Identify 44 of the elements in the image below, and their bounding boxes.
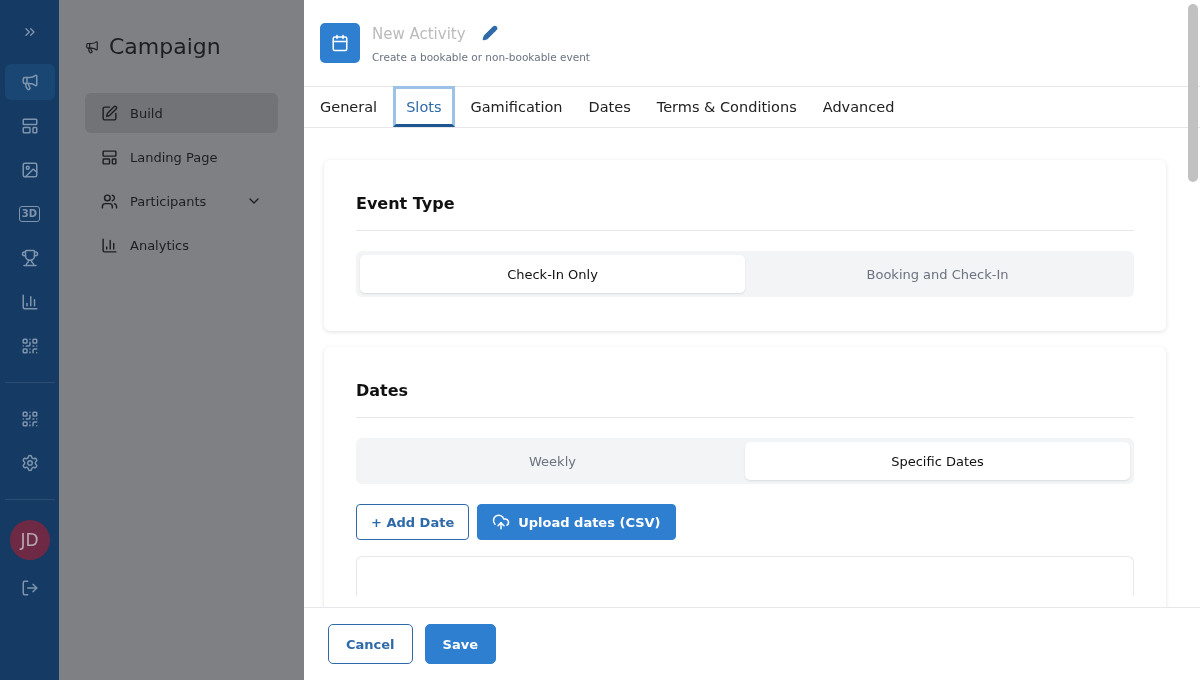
nav-item[interactable]: Landing Page xyxy=(85,137,278,177)
section-title: Event Type xyxy=(356,194,1134,231)
sidebar-title: Campaign xyxy=(109,34,221,59)
edit-icon xyxy=(101,104,118,122)
trophy-icon xyxy=(20,249,39,267)
chart-icon xyxy=(101,236,118,254)
user-avatar[interactable]: JD xyxy=(9,520,50,560)
megaphone-icon xyxy=(85,39,99,54)
upload-icon xyxy=(492,513,511,531)
qr-code-icon xyxy=(20,337,39,355)
segment-option[interactable]: Specific Dates xyxy=(745,442,1130,480)
image-icon xyxy=(20,161,39,179)
chart-icon xyxy=(20,293,39,311)
qr-code-icon xyxy=(20,410,39,428)
layout-icon xyxy=(101,148,118,166)
nav-item[interactable]: Analytics xyxy=(85,225,278,265)
pencil-icon[interactable] xyxy=(481,25,498,41)
calendar-icon xyxy=(331,34,349,52)
megaphone-icon xyxy=(20,73,39,91)
tab[interactable]: General xyxy=(310,87,388,127)
section-title: Dates xyxy=(356,381,1134,418)
users-icon xyxy=(101,192,118,210)
tab[interactable]: Gamification xyxy=(460,87,573,127)
subtitle: Create a bookable or non-bookable event xyxy=(372,51,590,63)
add-button[interactable]: + Add Date xyxy=(356,504,470,540)
3d-icon: 3D xyxy=(18,206,41,222)
nav-item[interactable]: Participants xyxy=(85,181,278,221)
segment-option[interactable]: Check-In Only xyxy=(360,255,745,293)
logout-icon xyxy=(20,579,39,597)
layout-icon xyxy=(20,117,39,135)
cancel-button[interactable]: Cancel xyxy=(328,624,413,664)
scrollbar[interactable] xyxy=(1188,4,1198,182)
tab[interactable]: Dates xyxy=(578,87,641,127)
rail-item[interactable] xyxy=(4,64,55,100)
settings-icon xyxy=(20,454,39,472)
segment-option[interactable]: Booking and Check-In xyxy=(745,255,1130,293)
save-button[interactable]: Save xyxy=(424,624,496,664)
tab[interactable]: Slots xyxy=(393,86,455,127)
tab[interactable]: Advanced xyxy=(812,87,905,127)
tab[interactable]: Terms & Conditions xyxy=(646,87,807,127)
segment-option[interactable]: Weekly xyxy=(360,442,745,480)
nav-item[interactable]: Build xyxy=(85,93,278,133)
upload-button[interactable]: Upload dates (CSV) xyxy=(477,504,676,540)
rail-item[interactable]: 3D xyxy=(4,196,55,232)
